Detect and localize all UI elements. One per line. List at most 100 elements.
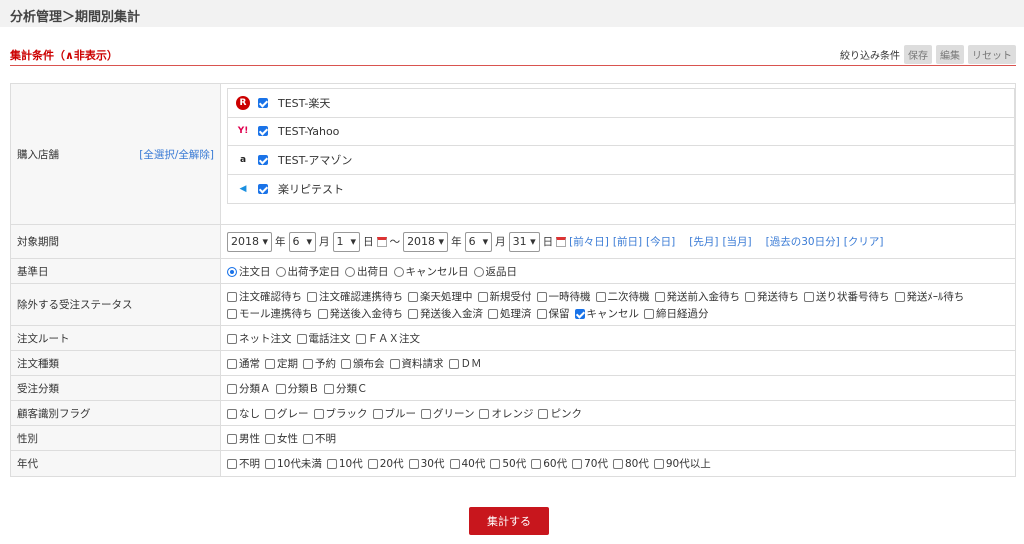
exclude-checkbox[interactable]: 注文確認待ち [227,289,302,304]
exclude-checkbox[interactable]: 保留 [536,306,570,321]
exclude-checkbox[interactable]: 発送後入金待ち [317,306,403,321]
exclude-checkbox[interactable]: 発送ﾒｰﾙ待ち [894,289,964,304]
checkbox[interactable] [488,308,498,319]
order-type-checkbox[interactable]: 定期 [265,356,298,371]
checkbox[interactable] [653,459,664,469]
checkbox[interactable] [303,358,313,369]
category-checkbox[interactable]: 分類Ａ [227,381,271,396]
exclude-checkbox[interactable]: 処理済 [488,306,532,321]
shop-checkbox[interactable] [258,97,268,108]
age-checkbox[interactable]: 40代 [449,456,485,471]
checkbox[interactable] [613,459,623,469]
checkbox[interactable] [536,291,547,302]
checkbox[interactable] [536,308,547,319]
calendar-icon[interactable] [556,236,567,247]
radio-circle[interactable] [473,266,484,277]
age-checkbox[interactable]: 20代 [367,456,404,471]
exclude-checkbox[interactable]: キャンセル [574,306,639,321]
checkbox[interactable] [448,358,459,369]
checkbox[interactable] [227,459,237,469]
checkbox[interactable] [265,433,275,444]
checkbox[interactable] [227,433,237,444]
customer-flag-checkbox[interactable]: オレンジ [479,406,533,421]
save-button[interactable]: 保存 [904,45,932,64]
checkbox[interactable] [477,291,488,302]
route-checkbox[interactable]: ネット注文 [227,331,292,346]
calendar-icon[interactable] [376,236,387,247]
edit-button[interactable]: 編集 [936,45,964,64]
checkbox[interactable] [367,459,378,469]
age-checkbox[interactable]: 50代 [490,456,526,471]
checkbox[interactable] [227,408,237,419]
checkbox[interactable] [654,291,665,302]
period-shortcut-link[interactable]: [前々日] [569,234,609,249]
checkbox[interactable] [313,408,324,419]
checkbox[interactable] [894,291,905,302]
route-checkbox[interactable]: 電話注文 [296,331,351,346]
age-checkbox[interactable]: 30代 [408,456,445,471]
checkbox[interactable] [490,459,501,469]
checkbox[interactable] [408,459,419,469]
age-checkbox[interactable]: 60代 [531,456,567,471]
checkbox[interactable] [421,408,431,419]
to-month-select[interactable]: 6 ▾ [464,231,493,252]
shop-checkbox[interactable] [258,183,268,194]
period-shortcut-link[interactable]: [前日] [613,234,642,249]
aggregate-button[interactable]: 集計する [469,507,549,535]
age-checkbox[interactable]: 不明 [227,456,260,471]
from-year-select[interactable]: 2018 ▾ [227,231,273,252]
period-shortcut-link[interactable]: [当月] [722,234,751,249]
checkbox[interactable] [572,459,583,469]
age-checkbox[interactable]: 90代以上 [653,456,711,471]
radio-circle[interactable] [275,266,286,277]
checkbox[interactable] [644,308,654,319]
checkbox[interactable] [804,291,814,302]
checkbox[interactable] [227,308,237,319]
radio-circle[interactable] [393,266,404,277]
base-date-radio[interactable]: 返品日 [473,264,517,279]
checkbox[interactable] [307,291,317,302]
gender-checkbox[interactable]: 不明 [303,431,336,446]
customer-flag-checkbox[interactable]: グリーン [421,406,474,421]
checkbox[interactable] [227,291,237,302]
base-date-radio[interactable]: 出荷予定日 [275,264,340,279]
checkbox[interactable] [355,333,366,344]
checkbox[interactable] [479,408,490,419]
exclude-checkbox[interactable]: 発送後入金済 [408,306,483,321]
checkbox[interactable] [296,333,307,344]
order-type-checkbox[interactable]: 頒布会 [341,356,385,371]
checkbox[interactable] [324,383,334,394]
exclude-checkbox[interactable]: 発送待ち [745,289,799,304]
checkbox[interactable] [227,383,237,394]
section-title-toggle[interactable]: 集計条件（∧非表示） [10,47,118,63]
customer-flag-checkbox[interactable]: ピンク [538,406,582,421]
customer-flag-checkbox[interactable]: なし [227,406,260,421]
checkbox[interactable] [372,408,383,419]
checkbox[interactable] [227,333,237,344]
checkbox[interactable] [341,358,351,369]
exclude-checkbox[interactable]: 新規受付 [477,289,532,304]
checkbox[interactable] [265,408,275,419]
checkbox[interactable] [275,383,286,394]
period-shortcut-link[interactable]: [過去の30日分] [766,234,840,249]
exclude-checkbox[interactable]: 二次待機 [595,289,650,304]
customer-flag-checkbox[interactable]: グレー [265,406,309,421]
radio-circle[interactable] [227,266,237,277]
category-checkbox[interactable]: 分類Ｂ [275,381,319,396]
exclude-checkbox[interactable]: 注文確認連携待ち [307,289,403,304]
radio-circle[interactable] [345,266,355,277]
age-checkbox[interactable]: 70代 [572,456,608,471]
reset-button[interactable]: リセット [968,45,1016,64]
customer-flag-checkbox[interactable]: ブルー [372,406,416,421]
order-type-checkbox[interactable]: 予約 [303,356,336,371]
shop-checkbox[interactable] [258,126,268,137]
checkbox[interactable] [538,408,549,419]
checkbox[interactable] [326,459,337,469]
checkbox[interactable] [389,358,400,369]
to-year-select[interactable]: 2018 ▾ [403,231,449,252]
checkbox[interactable] [227,358,237,369]
base-date-radio[interactable]: キャンセル日 [393,264,469,279]
customer-flag-checkbox[interactable]: ブラック [313,406,368,421]
period-shortcut-link[interactable]: [先月] [689,234,718,249]
age-checkbox[interactable]: 10代未満 [265,456,322,471]
